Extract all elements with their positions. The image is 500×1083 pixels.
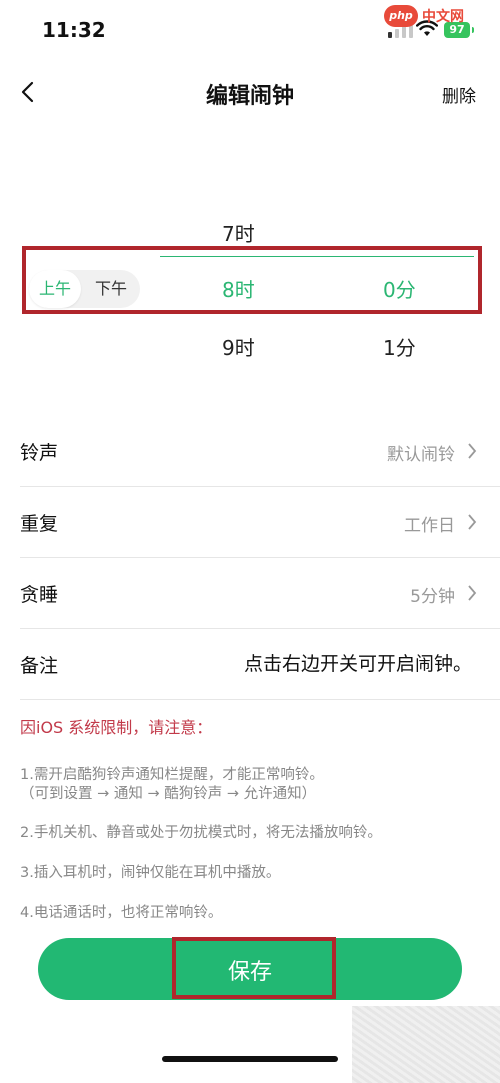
page-title: 编辑闹钟 — [205, 84, 294, 109]
row-divider — [20, 699, 500, 700]
chevron-right-icon — [468, 514, 477, 530]
notice-item: （可到设置 → 通知 → 酷狗铃声 → 允许通知） — [20, 786, 317, 802]
snooze-value: 5分钟 — [410, 587, 455, 607]
watermark-text: 中文网 — [422, 9, 464, 25]
status-time: 11:32 — [42, 18, 106, 42]
repeat-label: 重复 — [20, 513, 59, 535]
watermark: php 中文网 — [384, 2, 496, 30]
watermark-logo: php — [384, 5, 418, 27]
snooze-row[interactable]: 贪睡 5分钟 — [0, 558, 500, 628]
hour-option[interactable]: 9时 — [222, 332, 255, 361]
notice-item: 3.插入耳机时，闹钟仅能在耳机中播放。 — [20, 865, 281, 881]
note-value[interactable]: 点击右边开关可开启闹钟。 — [244, 649, 472, 676]
notice-title: 因iOS 系统限制，请注意： — [20, 718, 213, 737]
notice-item: 2.手机关机、静音或处于勿扰模式时，将无法播放响铃。 — [20, 825, 382, 841]
notice-item: 4.电话通话时，也将正常响铃。 — [20, 905, 223, 921]
repeat-row[interactable]: 重复 工作日 — [0, 487, 500, 557]
chevron-right-icon — [468, 443, 477, 459]
minute-option[interactable]: 1分 — [383, 332, 416, 361]
ringtone-label: 铃声 — [20, 442, 59, 464]
annotation-highlight-box — [22, 246, 482, 314]
ringtone-value: 默认闹铃 — [387, 445, 455, 465]
note-label: 备注 — [20, 655, 59, 677]
blurred-watermark — [352, 1006, 500, 1083]
ringtone-row[interactable]: 铃声 默认闹铃 — [0, 416, 500, 486]
delete-button[interactable]: 删除 — [442, 82, 476, 107]
nav-bar: 编辑闹钟 删除 — [0, 62, 500, 124]
hour-option[interactable]: 7时 — [222, 218, 255, 247]
repeat-value: 工作日 — [404, 516, 455, 536]
annotation-highlight-box — [172, 937, 336, 999]
chevron-right-icon — [468, 585, 477, 601]
snooze-label: 贪睡 — [20, 584, 59, 606]
note-row[interactable]: 备注 点击右边开关可开启闹钟。 — [0, 629, 500, 699]
home-indicator — [162, 1056, 338, 1062]
